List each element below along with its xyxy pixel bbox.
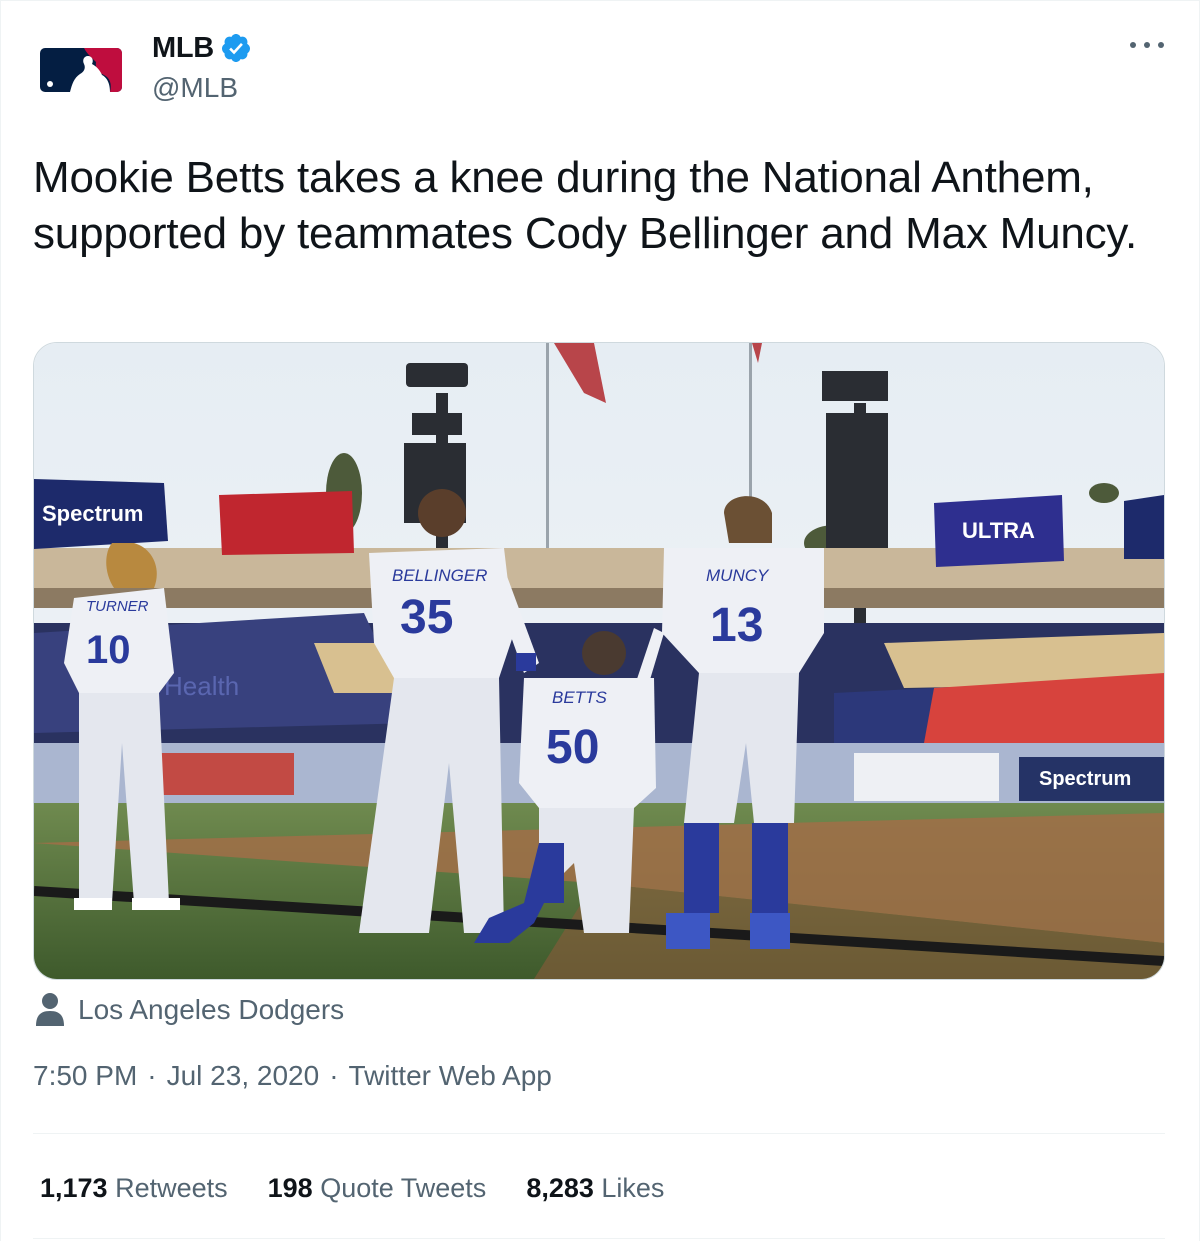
tweet-time-link[interactable]: 7:50 PM · Jul 23, 2020 <box>33 1060 319 1092</box>
jersey-name: BELLINGER <box>392 566 487 585</box>
quote-tweets-count: 198 <box>267 1172 321 1203</box>
tweet-time: 7:50 PM <box>33 1060 138 1091</box>
dot <box>1144 42 1150 48</box>
person-icon <box>36 993 64 1026</box>
separator: · <box>329 1060 339 1091</box>
retweets-label: Retweets <box>115 1172 228 1203</box>
more-options-icon[interactable] <box>1130 38 1164 52</box>
jersey-name: TURNER <box>86 598 149 615</box>
tweet-photo[interactable]: Spectrum ULTRA Health Spectrum TURNER 10… <box>33 342 1165 980</box>
jersey-number: 35 <box>400 591 453 644</box>
divider <box>33 1238 1165 1239</box>
author-avatar[interactable] <box>32 30 128 126</box>
separator: · <box>147 1060 157 1091</box>
tweet-date: Jul 23, 2020 <box>166 1060 320 1091</box>
divider <box>33 1133 1165 1134</box>
likes-stat[interactable]: 8,283 Likes <box>526 1173 664 1204</box>
jersey-number: 50 <box>546 721 599 774</box>
author-name[interactable]: MLB <box>152 32 214 65</box>
tweet-meta: 7:50 PM · Jul 23, 2020 · Twitter Web App <box>33 1060 552 1092</box>
dot <box>1158 42 1164 48</box>
jersey-name: MUNCY <box>706 566 770 585</box>
author-handle[interactable]: @MLB <box>152 72 238 104</box>
jersey-number: 13 <box>710 599 763 652</box>
photo-sign-text: ULTRA <box>962 518 1035 543</box>
quote-tweets-label: Quote Tweets <box>320 1172 487 1203</box>
quote-tweets-stat[interactable]: 198 Quote Tweets <box>268 1173 487 1204</box>
likes-count: 8,283 <box>526 1172 602 1203</box>
mlb-logo-icon <box>40 48 122 92</box>
photo-sign-text: Spectrum <box>1039 768 1131 790</box>
jersey-number: 10 <box>86 628 131 672</box>
photo-sign-text: Spectrum <box>42 501 143 526</box>
likes-label: Likes <box>601 1172 665 1203</box>
stadium-photo-illustration: Spectrum ULTRA Health Spectrum TURNER 10… <box>34 343 1164 979</box>
tweet-stats: 1,173 Retweets 198 Quote Tweets 8,283 Li… <box>40 1168 704 1208</box>
tagged-label: Los Angeles Dodgers <box>78 994 345 1025</box>
retweets-stat[interactable]: 1,173 Retweets <box>40 1173 228 1204</box>
tagged-users[interactable]: Los Angeles Dodgers <box>36 988 344 1032</box>
photo-sign-text: Health <box>164 671 239 701</box>
tweet-text: Mookie Betts takes a knee during the Nat… <box>33 153 1137 258</box>
verified-badge-icon <box>221 34 250 62</box>
tweet-source-link[interactable]: Twitter Web App <box>349 1060 552 1092</box>
retweets-count: 1,173 <box>40 1172 116 1203</box>
dot <box>1130 42 1136 48</box>
jersey-name: BETTS <box>552 688 607 707</box>
